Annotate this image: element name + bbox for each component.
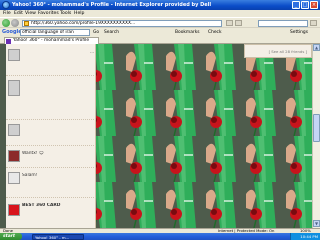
url-text: http://360.yahoo.com/profile-19XXXXXXXXX… — [31, 20, 136, 26]
vertical-scrollbar[interactable]: ▲ ▼ — [312, 44, 320, 228]
google-search-button[interactable]: Search — [104, 30, 119, 35]
window-title: Yahoo! 360° - mohammad's Profile - Inter… — [12, 1, 212, 8]
comment-text: BEST 360 CARD — [22, 203, 61, 208]
live-search-field[interactable] — [258, 19, 308, 27]
menu-help[interactable]: Help — [74, 11, 84, 16]
windows-taskbar: start Yahoo! 360° - m... 10:44 PM — [0, 233, 320, 240]
google-search-input[interactable]: official language of iran — [20, 29, 90, 36]
avatar[interactable] — [8, 80, 20, 96]
minimize-button[interactable]: _ — [292, 1, 300, 9]
friends-panel: [ See all 28 friends ] — [244, 44, 312, 58]
start-button[interactable]: start — [0, 233, 22, 240]
address-bar: http://360.yahoo.com/profile-19XXXXXXXXX… — [0, 17, 320, 27]
avatar[interactable] — [8, 49, 20, 61]
menu-file[interactable]: File — [3, 11, 11, 16]
list-item: Salam! — [6, 168, 96, 198]
comment-text: Wantx! 😊 — [22, 151, 44, 156]
tab-profile[interactable]: Yahoo! 360° - mohammad's Profile — [4, 37, 99, 44]
taskbar-item-ie[interactable]: Yahoo! 360° - m... — [32, 233, 84, 240]
scroll-up-arrow-icon[interactable]: ▲ — [313, 44, 320, 51]
google-toolbar: Google official language of iran Go Sear… — [0, 27, 320, 36]
tab-bar: Yahoo! 360° - mohammad's Profile — [0, 36, 320, 44]
list-item — [6, 76, 96, 120]
stop-icon[interactable] — [235, 20, 242, 26]
window-titlebar: Yahoo! 360° - mohammad's Profile - Inter… — [0, 0, 320, 10]
google-logo: Google — [2, 29, 22, 35]
avatar[interactable] — [8, 172, 20, 184]
avatar[interactable] — [8, 150, 20, 162]
comments-sidebar: ... Wantx! 😊 Salam! BEST 360 CARD — [6, 44, 96, 228]
avatar[interactable] — [8, 124, 20, 136]
menu-edit[interactable]: Edit — [14, 11, 23, 16]
menu-tools[interactable]: Tools — [60, 11, 71, 16]
live-search-icon[interactable] — [310, 20, 317, 26]
url-field[interactable]: http://360.yahoo.com/profile-19XXXXXXXXX… — [22, 19, 222, 27]
list-item: BEST 360 CARD — [6, 198, 96, 228]
google-settings-button[interactable]: Settings — [290, 30, 308, 35]
google-check-button[interactable]: Check — [208, 30, 222, 35]
scrollbar-thumb[interactable] — [313, 114, 320, 142]
comment-text: ... — [90, 49, 94, 54]
list-item — [6, 120, 96, 146]
comment-text: Salam! — [22, 173, 38, 178]
page-favicon-icon — [24, 21, 29, 26]
maximize-button[interactable]: □ — [301, 1, 309, 9]
refresh-icon[interactable] — [226, 20, 233, 26]
clock: 10:44 PM — [290, 233, 320, 240]
forward-arrow-icon[interactable] — [11, 19, 19, 27]
back-arrow-icon[interactable] — [2, 19, 10, 27]
list-item: ... — [6, 46, 96, 76]
close-button[interactable]: × — [310, 1, 318, 9]
see-all-friends-link[interactable]: [ See all 28 friends ] — [269, 49, 307, 54]
avatar[interactable] — [8, 204, 20, 216]
menu-view[interactable]: View — [25, 11, 36, 16]
list-item: Wantx! 😊 — [6, 146, 96, 168]
google-bookmarks-button[interactable]: Bookmarks — [175, 30, 200, 35]
menu-bar: File Edit View Favorites Tools Help — [0, 10, 320, 17]
scroll-down-arrow-icon[interactable]: ▼ — [313, 220, 320, 227]
tab-label: Yahoo! 360° - mohammad's Profile — [13, 38, 90, 43]
google-go-button[interactable]: Go — [93, 30, 99, 35]
internet-explorer-icon — [2, 1, 10, 9]
menu-favorites[interactable]: Favorites — [38, 11, 59, 16]
page-content: ... Wantx! 😊 Salam! BEST 360 CARD [ See … — [0, 44, 320, 228]
